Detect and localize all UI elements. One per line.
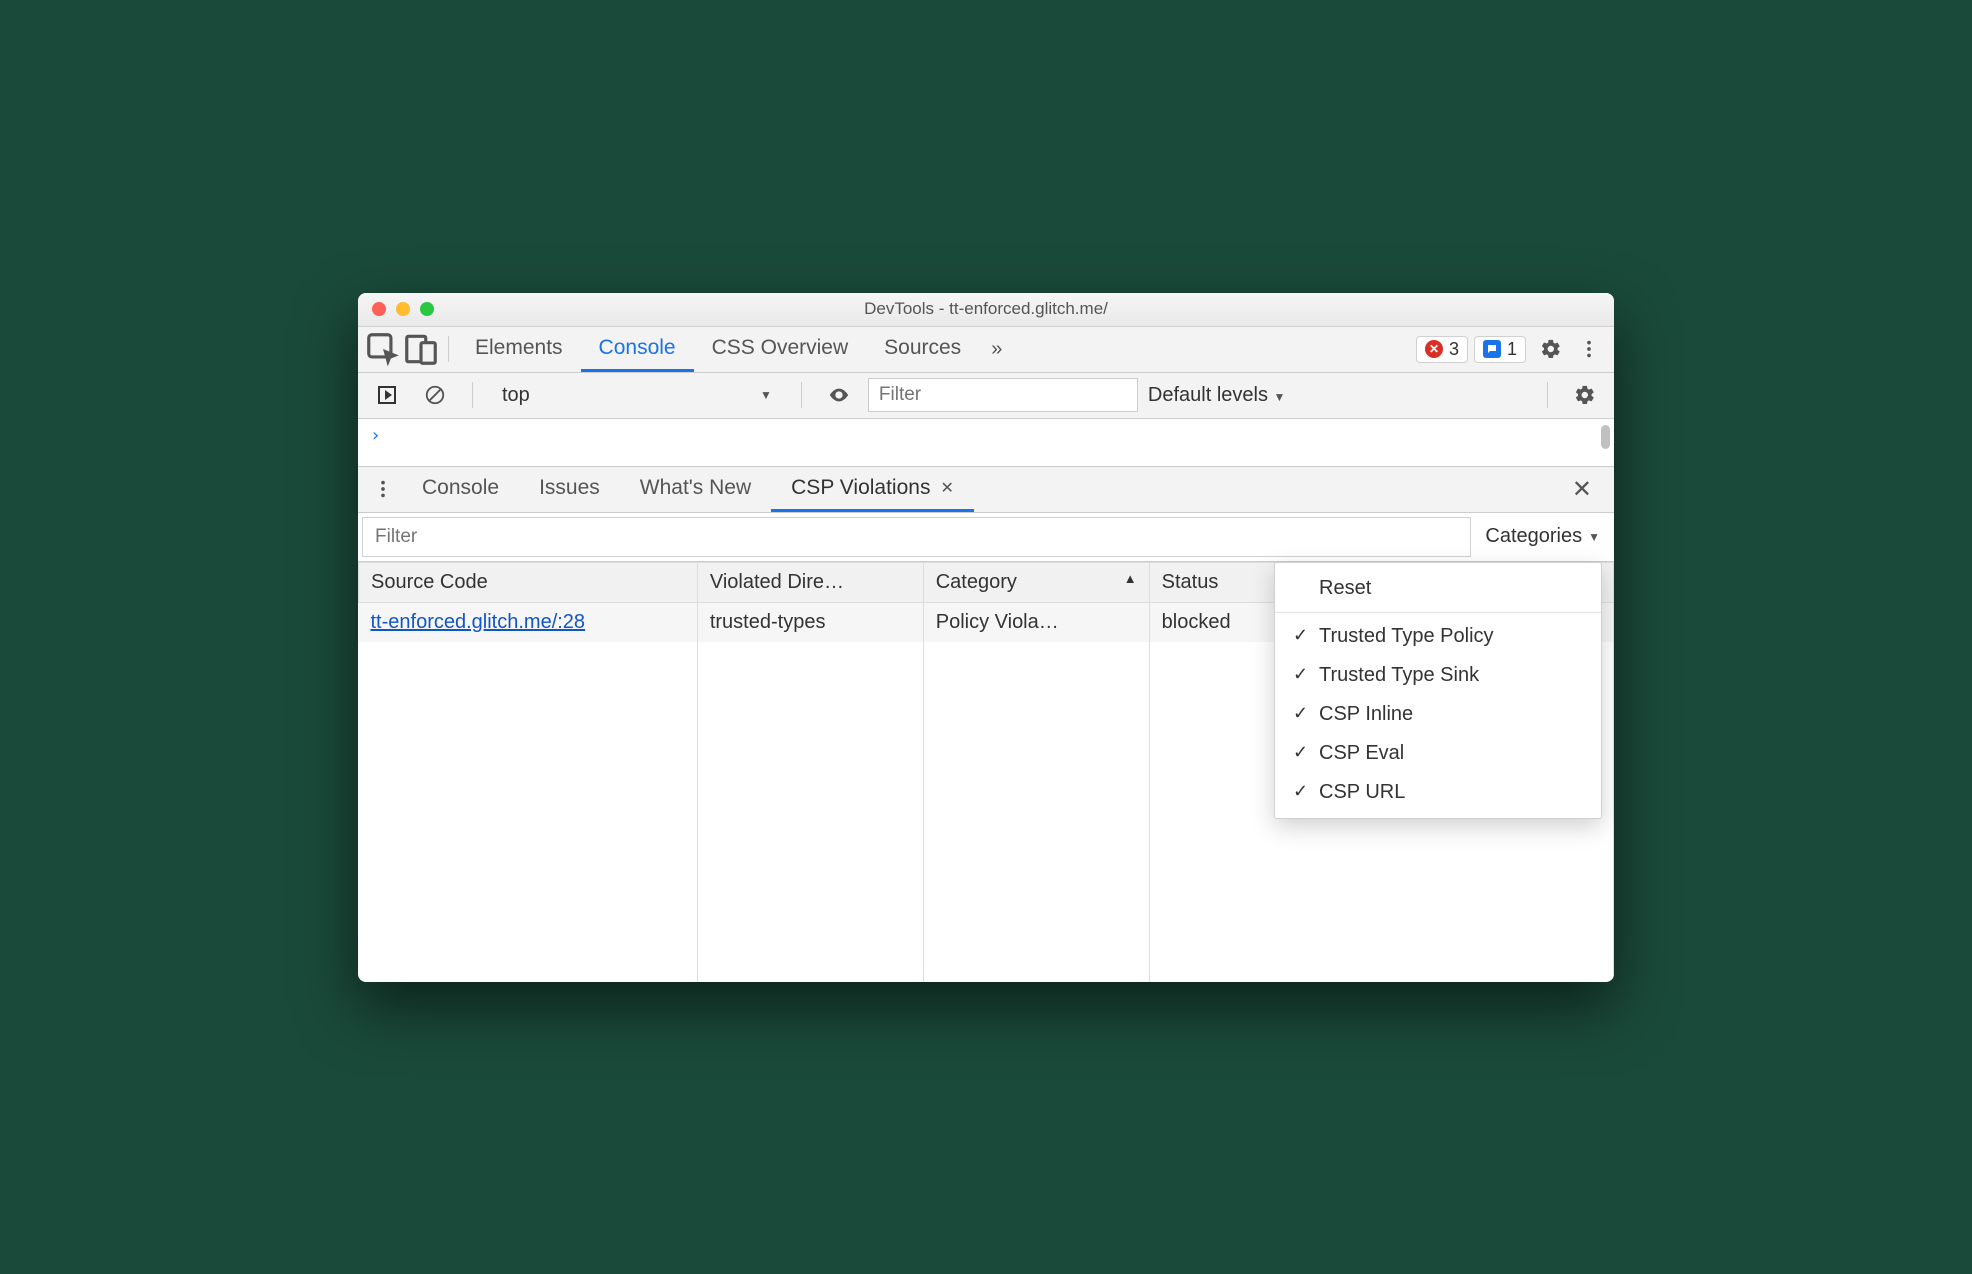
drawer-tabstrip: Console Issues What's New CSP Violations… bbox=[358, 467, 1614, 513]
message-icon bbox=[1483, 340, 1501, 358]
chevron-down-icon: ▼ bbox=[1274, 390, 1286, 404]
titlebar: DevTools - tt-enforced.glitch.me/ bbox=[358, 293, 1614, 327]
separator bbox=[472, 382, 473, 408]
categories-dropdown[interactable]: Categories ▼ bbox=[1471, 513, 1614, 561]
inspect-element-icon[interactable] bbox=[364, 331, 402, 367]
console-settings-icon[interactable] bbox=[1566, 377, 1604, 413]
violation-category: Policy Viola… bbox=[923, 602, 1149, 642]
violation-source-link[interactable]: tt-enforced.glitch.me/:28 bbox=[371, 611, 586, 633]
more-tabs-icon[interactable]: » bbox=[979, 338, 1014, 361]
settings-icon[interactable] bbox=[1532, 331, 1570, 367]
category-option[interactable]: CSP URL bbox=[1275, 773, 1601, 812]
window-title: DevTools - tt-enforced.glitch.me/ bbox=[358, 299, 1614, 319]
message-count-badge[interactable]: 1 bbox=[1474, 336, 1526, 363]
console-toolbar: top ▼ Default levels ▼ bbox=[358, 373, 1614, 419]
scrollbar[interactable] bbox=[1601, 425, 1610, 449]
col-directive[interactable]: Violated Dire… bbox=[697, 562, 923, 602]
close-drawer-icon[interactable]: ✕ bbox=[1556, 475, 1608, 504]
console-prompt[interactable]: › bbox=[358, 419, 1614, 467]
error-count-badge[interactable]: ✕ 3 bbox=[1416, 336, 1468, 363]
live-expression-icon[interactable] bbox=[820, 377, 858, 413]
category-option[interactable]: CSP Eval bbox=[1275, 734, 1601, 773]
col-source[interactable]: Source Code bbox=[359, 562, 698, 602]
separator bbox=[801, 382, 802, 408]
tab-css-overview[interactable]: CSS Overview bbox=[694, 327, 867, 372]
clear-console-icon[interactable] bbox=[416, 377, 454, 413]
separator bbox=[1275, 612, 1601, 613]
csp-filter-row: Categories ▼ bbox=[358, 513, 1614, 562]
kebab-menu-icon[interactable] bbox=[1570, 331, 1608, 367]
error-icon: ✕ bbox=[1425, 340, 1443, 358]
csp-filter-input[interactable] bbox=[362, 517, 1471, 557]
main-tabstrip: Elements Console CSS Overview Sources » … bbox=[358, 327, 1614, 373]
sort-asc-icon: ▲ bbox=[1124, 571, 1137, 586]
tab-elements[interactable]: Elements bbox=[457, 327, 581, 372]
category-option[interactable]: Trusted Type Policy bbox=[1275, 617, 1601, 656]
drawer-tab-whats-new[interactable]: What's New bbox=[620, 467, 771, 512]
csp-table-area: Source Code Violated Dire… Category▲ Sta… bbox=[358, 562, 1614, 982]
devtools-window: DevTools - tt-enforced.glitch.me/ Elemen… bbox=[358, 293, 1614, 982]
tab-sources[interactable]: Sources bbox=[866, 327, 979, 372]
category-option[interactable]: Trusted Type Sink bbox=[1275, 656, 1601, 695]
toggle-sidebar-icon[interactable] bbox=[368, 377, 406, 413]
drawer-menu-icon[interactable] bbox=[364, 471, 402, 507]
separator bbox=[1547, 382, 1548, 408]
violation-directive: trusted-types bbox=[697, 602, 923, 642]
log-levels-select[interactable]: Default levels ▼ bbox=[1148, 384, 1286, 407]
execution-context-select[interactable]: top ▼ bbox=[491, 379, 783, 412]
chevron-down-icon: ▼ bbox=[1588, 530, 1600, 544]
device-toolbar-icon[interactable] bbox=[402, 331, 440, 367]
category-option[interactable]: CSP Inline bbox=[1275, 695, 1601, 734]
drawer-tab-console[interactable]: Console bbox=[402, 467, 519, 512]
console-filter-input[interactable] bbox=[868, 378, 1138, 412]
drawer-tab-issues[interactable]: Issues bbox=[519, 467, 620, 512]
separator bbox=[448, 336, 449, 362]
col-category[interactable]: Category▲ bbox=[923, 562, 1149, 602]
categories-reset[interactable]: Reset bbox=[1275, 569, 1601, 608]
close-tab-icon[interactable]: ✕ bbox=[940, 478, 953, 498]
chevron-down-icon: ▼ bbox=[760, 388, 772, 402]
categories-menu: Reset Trusted Type Policy Trusted Type S… bbox=[1274, 562, 1602, 819]
drawer-tab-csp-violations[interactable]: CSP Violations ✕ bbox=[771, 467, 974, 512]
tab-console[interactable]: Console bbox=[581, 327, 694, 372]
